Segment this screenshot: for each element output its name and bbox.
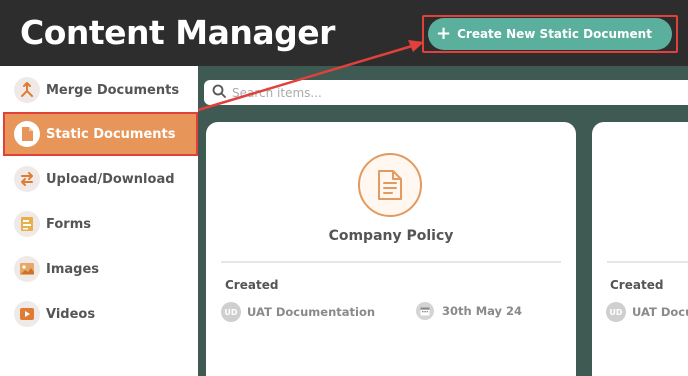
sidebar-item-merge-documents[interactable]: Merge Documents — [0, 69, 198, 111]
document-card[interactable]: Company Policy Created UD UAT Documentat… — [206, 122, 576, 376]
plus-icon: + — [436, 23, 452, 44]
search-input[interactable] — [232, 85, 652, 100]
sidebar-item-label: Forms — [46, 216, 91, 232]
sidebar-item-static-documents[interactable]: Static Documents — [4, 113, 197, 155]
calendar-icon — [416, 302, 434, 320]
avatar: UD — [606, 302, 626, 322]
document-card[interactable]: Created UD UAT Docum — [592, 122, 688, 376]
sidebar-item-label: Upload/Download — [46, 171, 175, 187]
forms-icon — [14, 211, 40, 237]
create-static-document-button[interactable]: + Create New Static Document — [428, 18, 672, 50]
card-author: UD UAT Docum — [606, 302, 688, 322]
card-author: UD UAT Documentation — [221, 302, 375, 322]
sidebar-item-label: Static Documents — [46, 126, 176, 142]
author-name: UAT Docum — [632, 305, 688, 319]
app-header: Content Manager + Create New Static Docu… — [0, 0, 688, 66]
avatar: UD — [221, 302, 241, 322]
created-label: Created — [610, 278, 664, 292]
created-label: Created — [225, 278, 279, 292]
page-title: Content Manager — [20, 13, 335, 52]
search-bar — [204, 80, 688, 105]
merge-icon — [14, 77, 40, 103]
upload-download-icon — [14, 166, 40, 192]
sidebar-item-images[interactable]: Images — [0, 248, 198, 290]
sidebar-item-upload-download[interactable]: Upload/Download — [0, 158, 198, 200]
sidebar-item-label: Merge Documents — [46, 82, 180, 98]
sidebar-item-label: Videos — [46, 306, 96, 322]
card-divider — [221, 261, 561, 263]
sidebar-item-label: Images — [46, 261, 100, 277]
search-icon — [212, 83, 226, 102]
sidebar-item-forms[interactable]: Forms — [0, 203, 198, 245]
card-divider — [607, 261, 688, 263]
document-icon — [358, 153, 422, 217]
card-date: 30th May 24 — [416, 302, 522, 320]
create-button-label: Create New Static Document — [457, 27, 652, 41]
images-icon — [14, 256, 40, 282]
created-date: 30th May 24 — [442, 304, 523, 318]
author-name: UAT Documentation — [247, 305, 376, 319]
document-icon — [14, 121, 40, 147]
sidebar: Merge Documents Static Documents Upload/… — [0, 66, 198, 376]
sidebar-item-videos[interactable]: Videos — [0, 293, 198, 335]
card-title: Company Policy — [328, 228, 454, 244]
videos-icon — [14, 301, 40, 327]
